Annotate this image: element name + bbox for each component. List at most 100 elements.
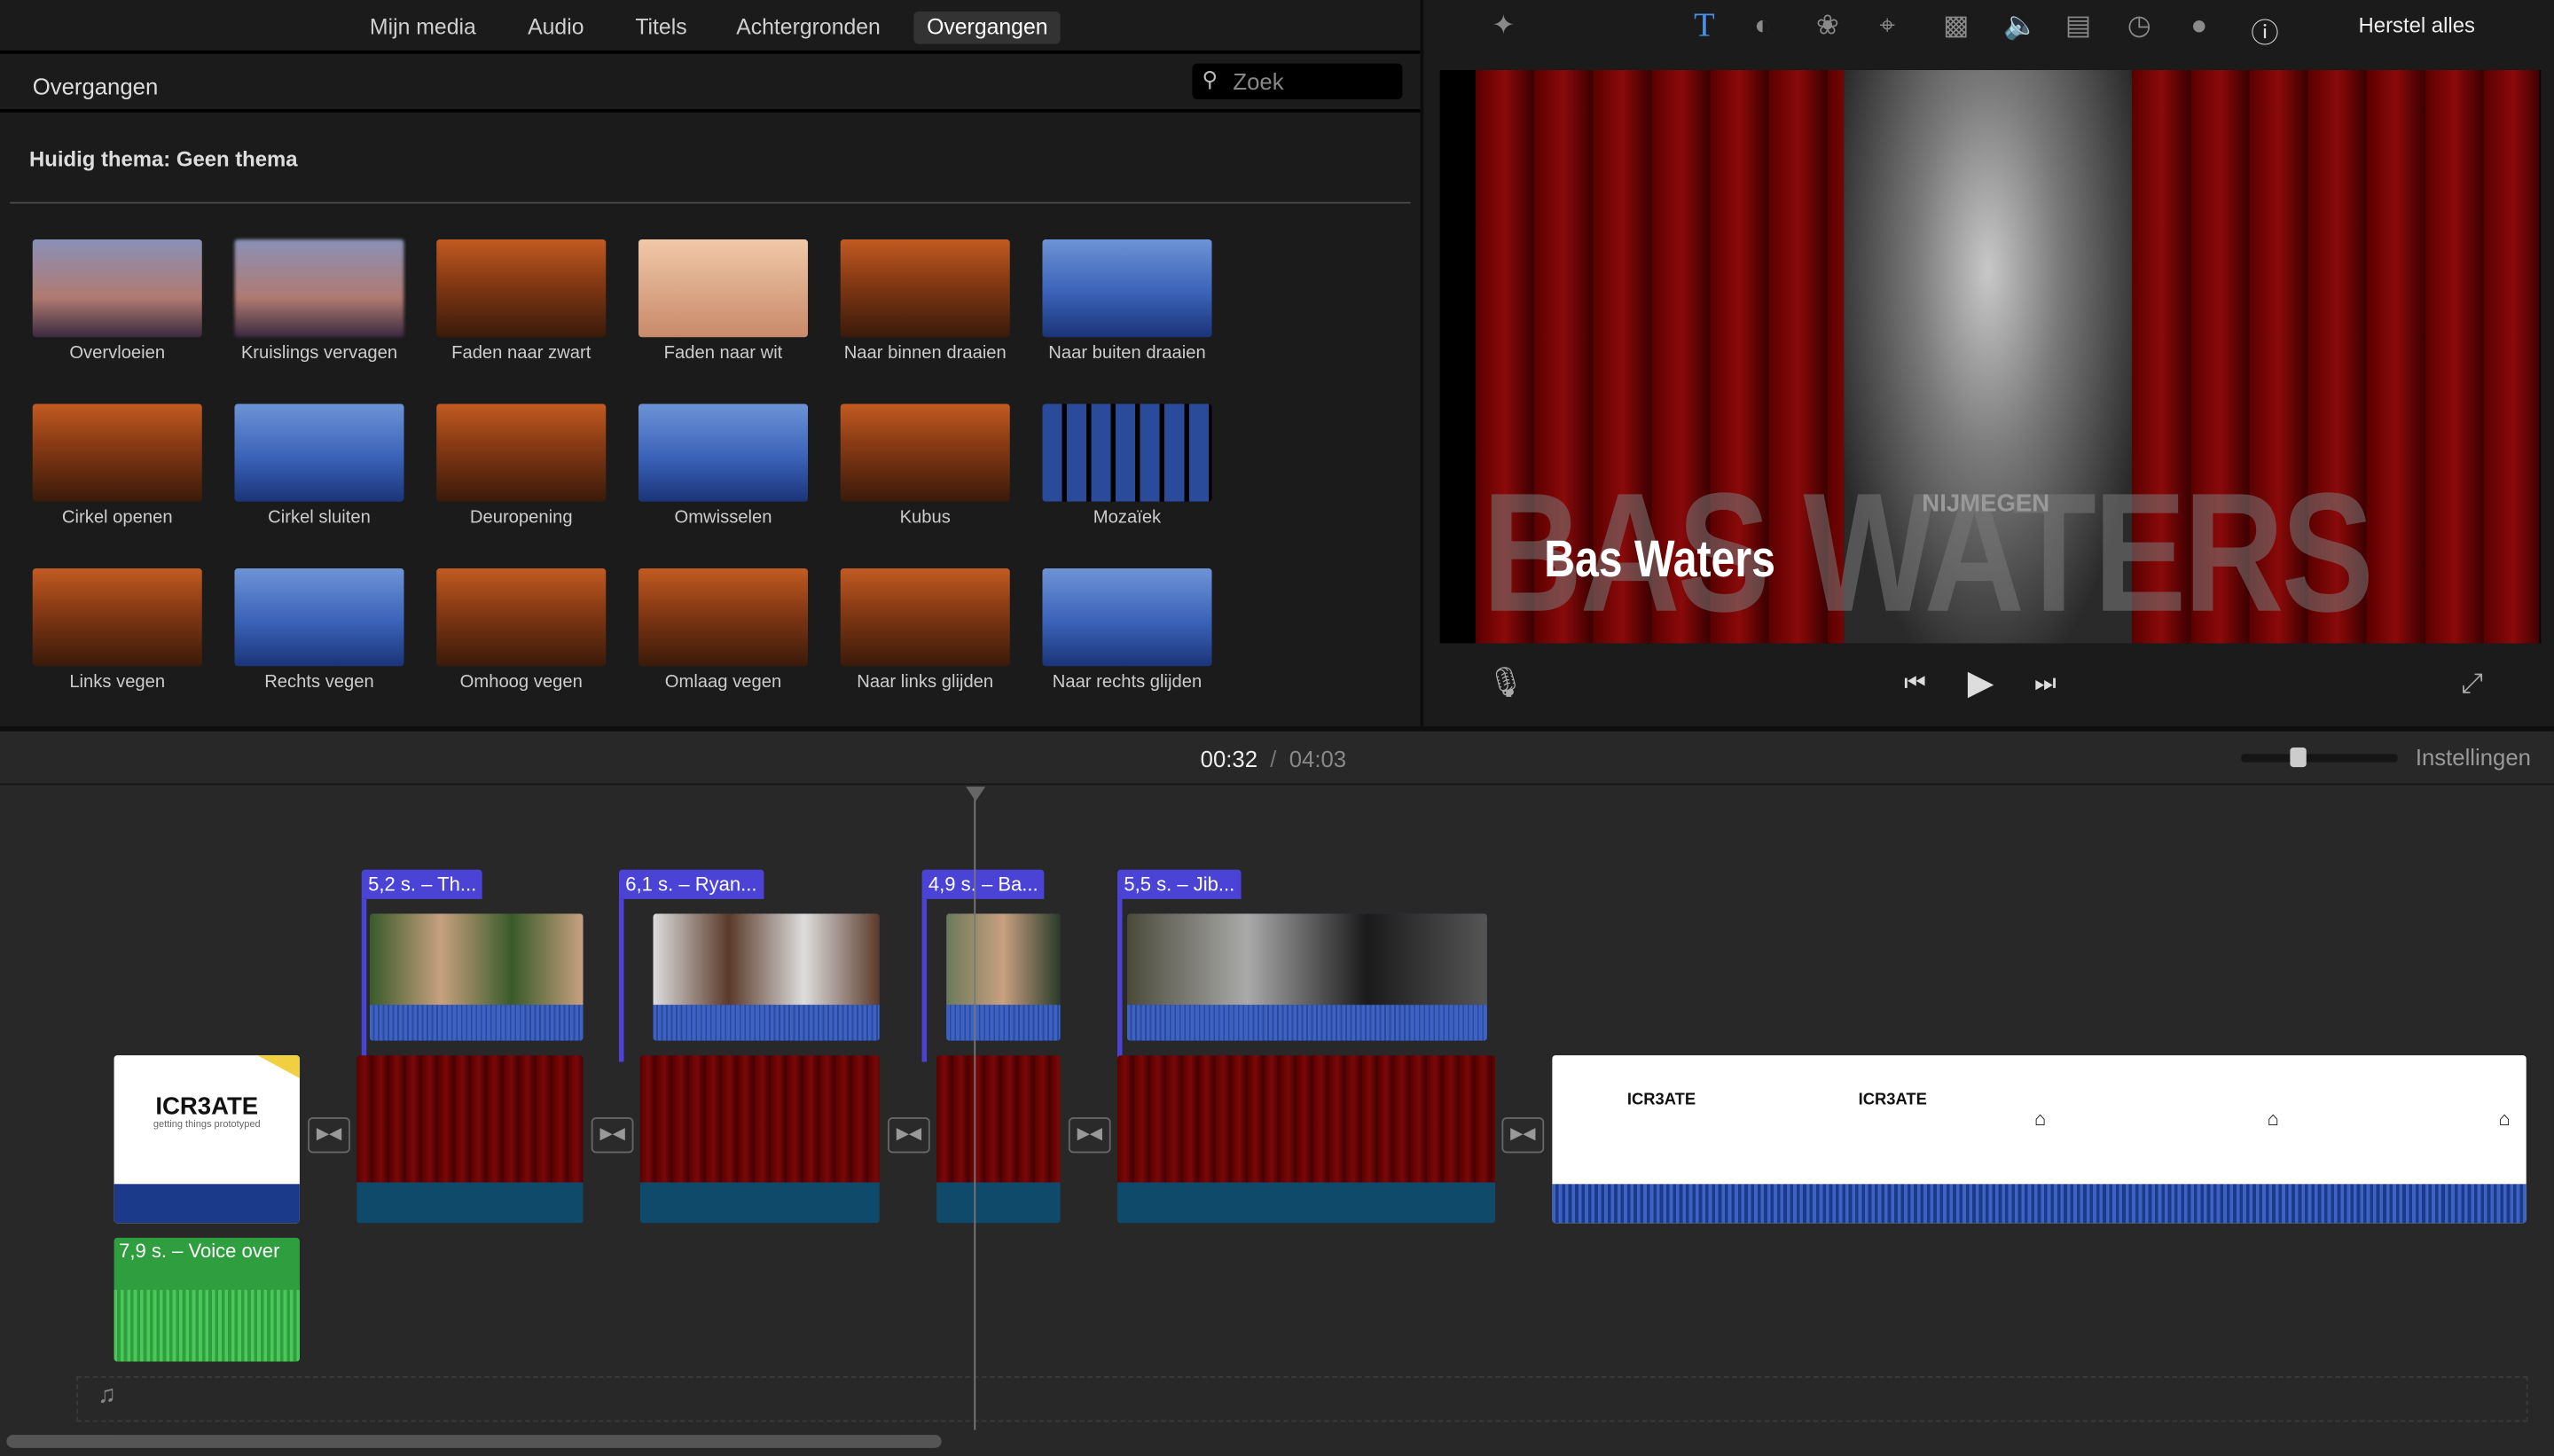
home-icon: ⌂	[2498, 1107, 2511, 1131]
transition-thumbnail[interactable]	[234, 239, 404, 338]
transition-icon[interactable]: ▶◀	[308, 1116, 350, 1154]
video-preview: BAS WATERS NIJMEGEN Bas Waters	[1439, 69, 2542, 644]
playhead[interactable]	[974, 787, 976, 1430]
transition-label: Naar binnen draaien	[843, 343, 1007, 364]
stabilization-icon[interactable]: ▩	[1943, 10, 1970, 43]
settings-button[interactable]: Instellingen	[2416, 744, 2531, 770]
home-icon: ⌂	[2034, 1107, 2047, 1131]
transition-thumbnail[interactable]	[1042, 239, 1212, 338]
video-clip[interactable]	[1116, 1055, 1496, 1224]
time-separator: /	[1264, 746, 1283, 772]
transition-thumbnail[interactable]	[638, 403, 809, 502]
music-note-icon: ♫	[98, 1381, 116, 1409]
info-icon[interactable]: ⓘ	[2251, 10, 2278, 51]
transition-thumbnail[interactable]	[638, 568, 809, 667]
speed-icon[interactable]: ◷	[2127, 10, 2151, 43]
clip-label[interactable]: 4,9 s. – Ba...	[921, 869, 1046, 899]
transition-label: Omwisselen	[674, 508, 772, 528]
title-icon[interactable]: T	[1694, 5, 1715, 46]
tab-achtergronden[interactable]: Achtergronden	[723, 12, 893, 44]
transition-thumbnail[interactable]	[32, 568, 202, 667]
shirt-text: NIJMEGEN	[1922, 489, 2050, 519]
transition-label: Naar links glijden	[857, 672, 994, 693]
title-overlay[interactable]: Bas Waters	[1544, 529, 1775, 590]
transition-thumbnail[interactable]	[234, 403, 404, 502]
transition-label: Omhoog vegen	[459, 672, 583, 693]
music-track[interactable]	[76, 1376, 2528, 1422]
transition-icon[interactable]: ▶◀	[1068, 1116, 1111, 1154]
transition-thumbnail[interactable]	[840, 403, 1010, 502]
reset-all-button[interactable]: Herstel alles	[2359, 13, 2475, 38]
fullscreen-icon[interactable]: ⤢	[2461, 668, 2483, 701]
transition-thumbnail[interactable]	[234, 568, 404, 667]
transition-thumbnail[interactable]	[32, 239, 202, 338]
transition-label: Omlaag vegen	[664, 672, 782, 693]
skip-back-icon[interactable]: ⏮	[1904, 669, 1926, 697]
crop-icon[interactable]: ⌖	[1880, 10, 1896, 43]
search-icon: ⚲	[1202, 67, 1218, 91]
transition-label: Deuropening	[469, 508, 573, 528]
equalizer-icon[interactable]: ▤	[2065, 10, 2092, 43]
color-balance-icon[interactable]: ◐	[1754, 10, 1771, 43]
logo-text: ICR3ATE	[1858, 1091, 1927, 1109]
transition-label: Naar rechts glijden	[1052, 672, 1203, 693]
tab-mijn-media[interactable]: Mijn media	[356, 12, 489, 44]
transition-label: Rechts vegen	[264, 672, 374, 693]
horizontal-scrollbar[interactable]	[6, 1435, 942, 1448]
zoom-slider[interactable]	[2241, 748, 2398, 768]
transition-label: Cirkel openen	[61, 508, 173, 528]
transition-label: Links vegen	[69, 672, 166, 693]
transition-thumbnail[interactable]	[436, 239, 607, 338]
voiceover-clip[interactable]: 7,9 s. – Voice over	[114, 1237, 300, 1362]
transition-icon[interactable]: ▶◀	[1501, 1116, 1545, 1154]
transition-label: Kubus	[899, 508, 951, 528]
transition-thumbnail[interactable]	[436, 568, 607, 667]
color-correction-icon[interactable]: ❀	[1816, 10, 1839, 43]
video-clip[interactable]	[356, 1055, 584, 1224]
zoom-slider-thumb[interactable]	[2290, 748, 2307, 768]
transition-thumbnail[interactable]	[840, 239, 1010, 338]
search-input[interactable]: ⚲ Zoek	[1192, 63, 1403, 100]
microphone-icon[interactable]: 🎙	[1487, 666, 1524, 701]
transition-thumbnail[interactable]	[436, 403, 607, 502]
total-time: 04:03	[1289, 746, 1347, 772]
browser-title: Overgangen	[32, 73, 159, 100]
volume-icon[interactable]: 🔈	[2003, 10, 2038, 43]
current-time: 00:32	[1200, 746, 1258, 772]
transition-thumbnail[interactable]	[840, 568, 1010, 667]
cutaway-clip[interactable]	[653, 913, 880, 1041]
logo-text: ICR3ATE	[1626, 1091, 1696, 1109]
transition-thumbnail[interactable]	[638, 239, 809, 338]
cutaway-clip[interactable]	[1126, 913, 1487, 1041]
transition-label: Faden naar zwart	[451, 343, 591, 364]
video-clip[interactable]	[936, 1055, 1061, 1224]
tab-titels[interactable]: Titels	[623, 12, 701, 44]
tab-overgangen[interactable]: Overgangen	[913, 11, 1062, 44]
transition-thumbnail[interactable]	[32, 403, 202, 502]
clip-label[interactable]: 5,2 s. – Th...	[361, 869, 483, 899]
end-slides-clip[interactable]: ICR3ATE ICR3ATE ⌂ ⌂ ⌂	[1552, 1055, 2527, 1224]
cutaway-clip[interactable]	[369, 913, 584, 1041]
filter-icon[interactable]: ●	[2190, 10, 2207, 43]
transition-thumbnail[interactable]	[1042, 403, 1212, 502]
search-placeholder: Zoek	[1233, 68, 1284, 95]
clip-label[interactable]: 5,5 s. – Jib...	[1116, 869, 1242, 899]
transition-icon[interactable]: ▶◀	[591, 1116, 634, 1154]
logo-text: ICR3ATE	[155, 1092, 259, 1121]
video-clip[interactable]	[639, 1055, 880, 1224]
play-icon[interactable]: ▶	[1968, 663, 1994, 704]
transition-label: Naar buiten draaien	[1048, 343, 1206, 364]
transition-label: Kruislings vervagen	[240, 343, 398, 364]
transition-thumbnail[interactable]	[1042, 568, 1212, 667]
transition-icon[interactable]: ▶◀	[888, 1116, 930, 1154]
logo-tagline: getting things prototyped	[153, 1120, 261, 1131]
skip-forward-icon[interactable]: ⏭	[2034, 669, 2057, 697]
title-clip[interactable]: ICR3ATE getting things prototyped	[114, 1055, 300, 1224]
transition-label: Faden naar wit	[663, 343, 783, 364]
cutaway-clip[interactable]	[946, 913, 1061, 1041]
magic-wand-icon[interactable]: ✦	[1492, 10, 1515, 43]
home-icon: ⌂	[2267, 1107, 2280, 1131]
tab-audio[interactable]: Audio	[514, 12, 597, 44]
transition-label: Overvloeien	[69, 343, 166, 364]
clip-label[interactable]: 6,1 s. – Ryan...	[618, 869, 764, 899]
